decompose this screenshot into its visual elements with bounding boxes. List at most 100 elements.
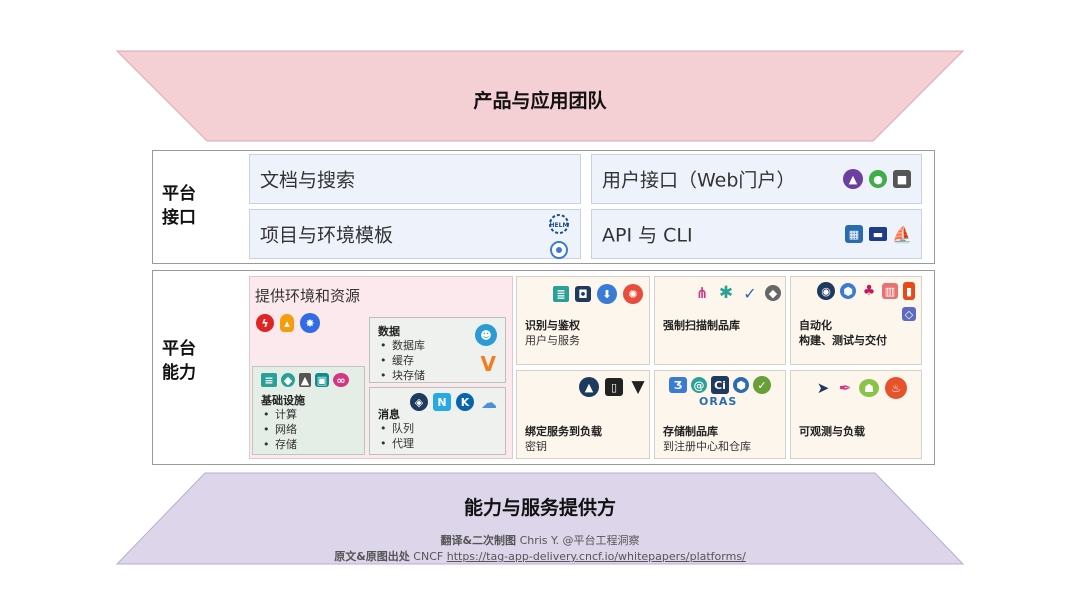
footer-source-link[interactable]: https://tag-app-delivery.cncf.io/whitepa…: [447, 550, 746, 563]
artifact-storage-subtitle: 到注册中心和仓库: [663, 440, 751, 453]
automation-subtitle: 构建、测试与交付: [799, 334, 887, 347]
cube-icon: ■: [893, 170, 911, 188]
messaging-item: 队列: [380, 421, 414, 436]
network-icon: ⋔: [695, 284, 709, 302]
compass-icon: [550, 241, 568, 259]
asterisk-icon: ✱: [718, 283, 734, 303]
database-icon: ▣: [315, 373, 329, 387]
infra-box[interactable]: ≡ ◆ ▲ ▣ ∞ 基础设施 计算 网络 存储: [252, 366, 365, 455]
keptn-icon: ▮: [903, 282, 915, 300]
scanning-box[interactable]: ⋔ ✱ ✓ ◆ 强制扫描制品库: [654, 276, 786, 365]
infra-list: 计算 网络 存储: [261, 407, 297, 452]
footer-translator: Chris Y. @平台工程洞察: [519, 534, 640, 547]
messaging-title: 消息: [378, 408, 400, 421]
oras-logo-text: ORAS: [699, 395, 738, 408]
top-band-title: 产品与应用团队: [473, 90, 607, 112]
docs-search-cell[interactable]: 文档与搜索: [249, 154, 581, 204]
project-templates-label: 项目与环境模板: [260, 224, 394, 247]
prometheus-icon: ♨: [885, 377, 907, 399]
identity-title: 识别与鉴权: [525, 319, 580, 332]
footer-line1: 翻译&二次制图 Chris Y. @平台工程洞察: [0, 532, 1080, 548]
backstage-icon: ▲: [843, 169, 863, 189]
badge-icon: ✓: [753, 376, 771, 394]
flux-icon: ▥: [882, 283, 898, 299]
blue-hexagon-icon: ⬢: [733, 377, 749, 393]
gopher-icon: ☻: [475, 324, 497, 346]
platform-interface-label-line1: 平台: [162, 184, 196, 204]
project-templates-cell[interactable]: 项目与环境模板 HELM: [249, 209, 581, 259]
platform-capabilities-label: 平台 能力: [162, 337, 196, 385]
infra-item: 网络: [263, 422, 297, 437]
footer-translator-label: 翻译&二次制图: [440, 534, 517, 547]
bottom-band-title: 能力与服务提供方: [463, 497, 616, 519]
binding-subtitle: 密钥: [525, 440, 547, 453]
rocket-mq-icon: ◈: [410, 393, 428, 411]
observability-title: 可观测与负载: [799, 425, 865, 438]
scanning-title: 强制扫描制品库: [663, 319, 740, 332]
infra-item: 计算: [263, 407, 297, 422]
helm-icon: HELM: [549, 214, 569, 234]
sailboat-icon: ⛵: [892, 224, 912, 244]
identity-subtitle: 用户与服务: [525, 334, 580, 347]
knative-icon: K: [456, 393, 474, 411]
messaging-box[interactable]: ◈ N K ☁ 消息 队列 代理: [369, 387, 506, 455]
ci-icon: Ci: [711, 376, 729, 394]
identity-box[interactable]: ≣ ◘ ⬇ ✺ 识别与鉴权 用户与服务: [516, 276, 650, 365]
infra-item: 存储: [263, 437, 297, 452]
v-shield-icon: ▼: [631, 377, 645, 397]
kubernetes-icon: ✸: [300, 313, 320, 333]
data-item: 缓存: [380, 353, 425, 368]
hexagon-icon: ⬢: [840, 283, 856, 299]
footer-line2: 原文&原图出处 CNCF https://tag-app-delivery.cn…: [0, 548, 1080, 564]
shield-gray-icon: ◆: [765, 285, 781, 301]
vitess-icon: V: [480, 352, 496, 376]
data-list: 数据库 缓存 块存储: [378, 338, 425, 383]
footer-source: CNCF: [413, 550, 444, 563]
docs-search-label: 文档与搜索: [260, 169, 356, 192]
artifact-storage-box[interactable]: Ʒ @ Ci ⬢ ✓ ORAS 存储制品库 到注册中心和仓库: [654, 370, 786, 459]
api-cli-cell[interactable]: API 与 CLI ▦ ▬ ⛵: [591, 209, 922, 259]
data-title: 数据: [378, 325, 400, 338]
crossplane-icon: ▦: [845, 225, 863, 243]
binding-title: 绑定服务到负载: [525, 425, 602, 438]
lightning-icon: ϟ: [256, 314, 274, 332]
messaging-item: 代理: [380, 436, 414, 451]
nats-icon: N: [433, 393, 451, 411]
layers-icon: ◇: [902, 307, 916, 321]
web-portal-cell[interactable]: 用户接口（Web门户） ▲ ● ■: [591, 154, 922, 204]
alien-icon: ●: [869, 170, 887, 188]
shield-icon: ◆: [281, 373, 295, 387]
dots-ring-icon: ✺: [623, 284, 643, 304]
provision-title: 提供环境和资源: [255, 287, 361, 305]
data-box[interactable]: 数据 数据库 缓存 块存储 ☻ V: [369, 317, 506, 383]
messaging-list: 队列 代理: [378, 421, 414, 451]
automation-box[interactable]: ◉ ⬢ ♣ ▥ ▮ ◇ 自动化 构建、测试与交付: [790, 276, 922, 365]
cloud-icon: ☁: [481, 392, 497, 412]
rings-icon: ∞: [333, 373, 349, 387]
triangle-circle-icon: ▲: [579, 377, 599, 397]
check-mark-icon: ✓: [743, 283, 757, 303]
platform-interface-label: 平台 接口: [162, 182, 196, 230]
platform-capabilities-label-line1: 平台: [162, 339, 196, 359]
pen-icon: ✒: [838, 379, 852, 397]
dash-square-icon: ▯: [605, 378, 623, 396]
helm-text: HELM: [550, 222, 569, 229]
artifact-storage-title: 存储制品库: [663, 425, 718, 438]
argo-icon: ◉: [817, 282, 835, 300]
infra-title: 基础设施: [261, 394, 305, 407]
api-cli-label: API 与 CLI: [602, 224, 693, 247]
binding-box[interactable]: ▲ ▯ ▼ 绑定服务到负载 密钥: [516, 370, 650, 459]
stacked-bars-icon: ≣: [553, 286, 569, 302]
platform-interface-label-line2: 接口: [162, 208, 196, 228]
data-item: 块存储: [380, 368, 425, 383]
spiral-icon: @: [691, 377, 707, 393]
flame-icon: ▴: [280, 314, 294, 332]
tower-icon: ▲: [299, 373, 311, 387]
data-item: 数据库: [380, 338, 425, 353]
server-stack-icon: ≡: [261, 373, 277, 387]
automation-title: 自动化: [799, 319, 832, 332]
observability-box[interactable]: ➤ ✒ ☗ ♨ 可观测与负载: [790, 370, 922, 459]
tekton-icon: ♣: [862, 283, 876, 299]
spire-icon: ◘: [575, 286, 591, 302]
platform-capabilities-label-line2: 能力: [162, 363, 196, 383]
